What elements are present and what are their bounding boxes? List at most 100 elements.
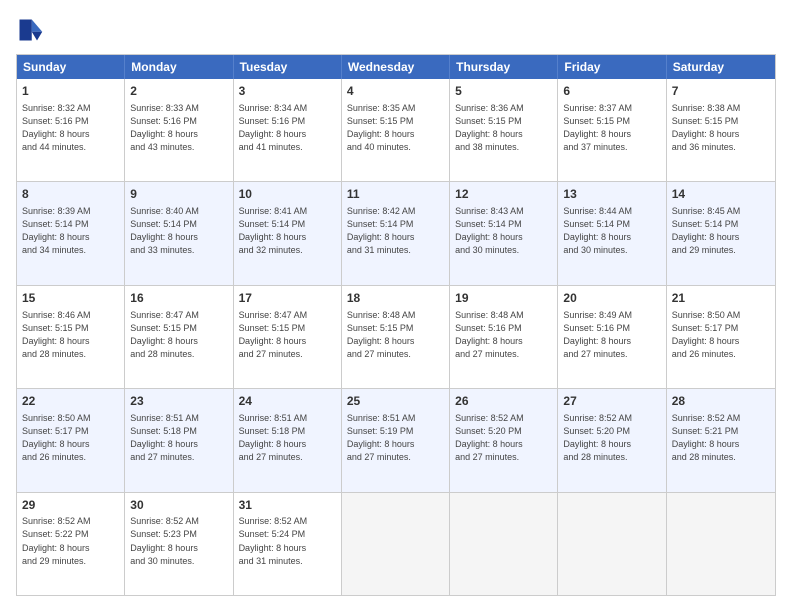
day-number: 12	[455, 186, 552, 203]
calendar: SundayMondayTuesdayWednesdayThursdayFrid…	[16, 54, 776, 596]
header	[16, 16, 776, 44]
day-number: 14	[672, 186, 770, 203]
day-cell: 23 Sunrise: 8:51 AM Sunset: 5:18 PM Dayli…	[125, 389, 233, 491]
day-header-wednesday: Wednesday	[342, 55, 450, 79]
day-number: 24	[239, 393, 336, 410]
day-cell: 21 Sunrise: 8:50 AM Sunset: 5:17 PM Dayli…	[667, 286, 775, 388]
week-row-3: 15Sunrise: 8:46 AM Sunset: 5:15 PM Dayli…	[17, 286, 775, 389]
day-info: Sunrise: 8:32 AM Sunset: 5:16 PM Dayligh…	[22, 102, 119, 154]
day-info: Sunrise: 8:52 AM Sunset: 5:24 PM Dayligh…	[239, 515, 336, 567]
day-header-tuesday: Tuesday	[234, 55, 342, 79]
day-info: Sunrise: 8:52 AM Sunset: 5:20 PM Dayligh…	[455, 412, 552, 464]
day-number: 4	[347, 83, 444, 100]
day-number: 28	[672, 393, 770, 410]
week-row-5: 29Sunrise: 8:52 AM Sunset: 5:22 PM Dayli…	[17, 493, 775, 595]
day-number: 23	[130, 393, 227, 410]
day-cell: 14 Sunrise: 8:45 AM Sunset: 5:14 PM Dayli…	[667, 182, 775, 284]
day-cell: 28 Sunrise: 8:52 AM Sunset: 5:21 PM Dayli…	[667, 389, 775, 491]
day-cell: 10Sunrise: 8:41 AM Sunset: 5:14 PM Dayli…	[234, 182, 342, 284]
day-info: Sunrise: 8:48 AM Sunset: 5:16 PM Dayligh…	[455, 309, 552, 361]
day-cell: 11 Sunrise: 8:42 AM Sunset: 5:14 PM Dayli…	[342, 182, 450, 284]
day-number: 26	[455, 393, 552, 410]
day-info: Sunrise: 8:50 AM Sunset: 5:17 PM Dayligh…	[672, 309, 770, 361]
day-cell	[342, 493, 450, 595]
day-info: Sunrise: 8:51 AM Sunset: 5:18 PM Dayligh…	[239, 412, 336, 464]
day-number: 11	[347, 186, 444, 203]
day-info: Sunrise: 8:40 AM Sunset: 5:14 PM Dayligh…	[130, 205, 227, 257]
day-info: Sunrise: 8:41 AM Sunset: 5:14 PM Dayligh…	[239, 205, 336, 257]
day-info: Sunrise: 8:47 AM Sunset: 5:15 PM Dayligh…	[130, 309, 227, 361]
day-header-sunday: Sunday	[17, 55, 125, 79]
day-info: Sunrise: 8:52 AM Sunset: 5:22 PM Dayligh…	[22, 515, 119, 567]
day-info: Sunrise: 8:36 AM Sunset: 5:15 PM Dayligh…	[455, 102, 552, 154]
day-cell: 4 Sunrise: 8:35 AM Sunset: 5:15 PM Daylig…	[342, 79, 450, 181]
day-info: Sunrise: 8:51 AM Sunset: 5:18 PM Dayligh…	[130, 412, 227, 464]
day-info: Sunrise: 8:52 AM Sunset: 5:21 PM Dayligh…	[672, 412, 770, 464]
day-cell: 30Sunrise: 8:52 AM Sunset: 5:23 PM Dayli…	[125, 493, 233, 595]
day-number: 6	[563, 83, 660, 100]
day-cell: 18 Sunrise: 8:48 AM Sunset: 5:15 PM Dayli…	[342, 286, 450, 388]
day-cell: 9Sunrise: 8:40 AM Sunset: 5:14 PM Daylig…	[125, 182, 233, 284]
day-cell	[450, 493, 558, 595]
day-cell: 19 Sunrise: 8:48 AM Sunset: 5:16 PM Dayli…	[450, 286, 558, 388]
calendar-body: 1Sunrise: 8:32 AM Sunset: 5:16 PM Daylig…	[17, 79, 775, 595]
day-info: Sunrise: 8:42 AM Sunset: 5:14 PM Dayligh…	[347, 205, 444, 257]
day-info: Sunrise: 8:52 AM Sunset: 5:23 PM Dayligh…	[130, 515, 227, 567]
day-cell: 16 Sunrise: 8:47 AM Sunset: 5:15 PM Dayli…	[125, 286, 233, 388]
logo-icon	[16, 16, 44, 44]
week-row-4: 22 Sunrise: 8:50 AM Sunset: 5:17 PM Dayli…	[17, 389, 775, 492]
day-info: Sunrise: 8:37 AM Sunset: 5:15 PM Dayligh…	[563, 102, 660, 154]
day-info: Sunrise: 8:39 AM Sunset: 5:14 PM Dayligh…	[22, 205, 119, 257]
day-number: 20	[563, 290, 660, 307]
day-number: 30	[130, 497, 227, 514]
week-row-1: 1Sunrise: 8:32 AM Sunset: 5:16 PM Daylig…	[17, 79, 775, 182]
day-header-saturday: Saturday	[667, 55, 775, 79]
day-cell	[667, 493, 775, 595]
logo	[16, 16, 48, 44]
day-number: 13	[563, 186, 660, 203]
page: SundayMondayTuesdayWednesdayThursdayFrid…	[0, 0, 792, 612]
day-number: 31	[239, 497, 336, 514]
day-number: 22	[22, 393, 119, 410]
day-cell: 20 Sunrise: 8:49 AM Sunset: 5:16 PM Dayli…	[558, 286, 666, 388]
day-cell: 24 Sunrise: 8:51 AM Sunset: 5:18 PM Dayli…	[234, 389, 342, 491]
day-info: Sunrise: 8:49 AM Sunset: 5:16 PM Dayligh…	[563, 309, 660, 361]
day-number: 17	[239, 290, 336, 307]
day-cell: 15Sunrise: 8:46 AM Sunset: 5:15 PM Dayli…	[17, 286, 125, 388]
day-cell: 17 Sunrise: 8:47 AM Sunset: 5:15 PM Dayli…	[234, 286, 342, 388]
day-cell: 1Sunrise: 8:32 AM Sunset: 5:16 PM Daylig…	[17, 79, 125, 181]
day-number: 8	[22, 186, 119, 203]
day-info: Sunrise: 8:52 AM Sunset: 5:20 PM Dayligh…	[563, 412, 660, 464]
day-header-friday: Friday	[558, 55, 666, 79]
day-info: Sunrise: 8:35 AM Sunset: 5:15 PM Dayligh…	[347, 102, 444, 154]
day-number: 16	[130, 290, 227, 307]
day-info: Sunrise: 8:50 AM Sunset: 5:17 PM Dayligh…	[22, 412, 119, 464]
day-info: Sunrise: 8:34 AM Sunset: 5:16 PM Dayligh…	[239, 102, 336, 154]
day-cell: 13 Sunrise: 8:44 AM Sunset: 5:14 PM Dayli…	[558, 182, 666, 284]
day-info: Sunrise: 8:47 AM Sunset: 5:15 PM Dayligh…	[239, 309, 336, 361]
day-number: 29	[22, 497, 119, 514]
day-number: 25	[347, 393, 444, 410]
day-info: Sunrise: 8:45 AM Sunset: 5:14 PM Dayligh…	[672, 205, 770, 257]
day-info: Sunrise: 8:51 AM Sunset: 5:19 PM Dayligh…	[347, 412, 444, 464]
day-cell: 27Sunrise: 8:52 AM Sunset: 5:20 PM Dayli…	[558, 389, 666, 491]
day-number: 21	[672, 290, 770, 307]
day-info: Sunrise: 8:48 AM Sunset: 5:15 PM Dayligh…	[347, 309, 444, 361]
day-number: 2	[130, 83, 227, 100]
day-cell: 8 Sunrise: 8:39 AM Sunset: 5:14 PM Daylig…	[17, 182, 125, 284]
day-header-thursday: Thursday	[450, 55, 558, 79]
week-row-2: 8 Sunrise: 8:39 AM Sunset: 5:14 PM Daylig…	[17, 182, 775, 285]
day-cell: 26 Sunrise: 8:52 AM Sunset: 5:20 PM Dayli…	[450, 389, 558, 491]
day-info: Sunrise: 8:38 AM Sunset: 5:15 PM Dayligh…	[672, 102, 770, 154]
day-cell: 31Sunrise: 8:52 AM Sunset: 5:24 PM Dayli…	[234, 493, 342, 595]
day-number: 19	[455, 290, 552, 307]
day-cell: 7Sunrise: 8:38 AM Sunset: 5:15 PM Daylig…	[667, 79, 775, 181]
day-number: 5	[455, 83, 552, 100]
day-cell: 3Sunrise: 8:34 AM Sunset: 5:16 PM Daylig…	[234, 79, 342, 181]
day-number: 15	[22, 290, 119, 307]
day-cell: 25 Sunrise: 8:51 AM Sunset: 5:19 PM Dayli…	[342, 389, 450, 491]
day-info: Sunrise: 8:44 AM Sunset: 5:14 PM Dayligh…	[563, 205, 660, 257]
day-cell: 29Sunrise: 8:52 AM Sunset: 5:22 PM Dayli…	[17, 493, 125, 595]
day-number: 18	[347, 290, 444, 307]
day-cell: 22 Sunrise: 8:50 AM Sunset: 5:17 PM Dayli…	[17, 389, 125, 491]
